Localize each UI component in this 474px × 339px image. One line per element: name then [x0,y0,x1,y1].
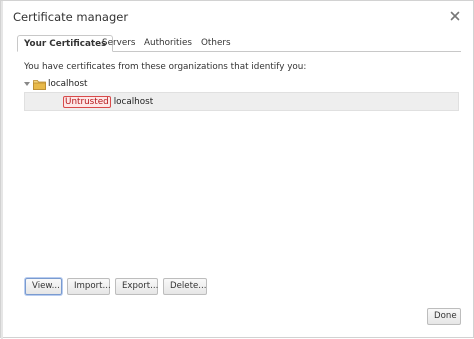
tree-group-label: localhost [48,79,88,89]
tab-others[interactable]: Others [195,35,237,51]
certificates-description: You have certificates from these organiz… [24,62,307,72]
certificate-name: localhost [113,96,154,107]
certificate-row[interactable]: Untrusted localhost [24,92,459,111]
expand-triangle-icon[interactable] [22,79,32,89]
untrusted-badge: Untrusted [63,95,111,108]
tab-panel-your-certificates: You have certificates from these organiz… [17,52,461,291]
delete-button[interactable]: Delete... [163,278,207,295]
tab-strip: Your Certificates Servers Authorities Ot… [17,35,461,52]
dialog-title: Certificate manager [13,10,129,24]
export-button[interactable]: Export... [115,278,158,295]
tab-servers[interactable]: Servers [96,35,141,51]
tab-authorities[interactable]: Authorities [138,35,198,51]
view-button[interactable]: View... [25,278,62,295]
close-icon[interactable] [448,9,462,23]
import-button[interactable]: Import... [67,278,111,295]
dialog-shadow-edge [1,1,3,339]
folder-icon [33,79,46,90]
done-button[interactable]: Done [427,308,461,325]
certificate-manager-dialog: Certificate manager Your Certificates Se… [0,0,474,339]
tree-group-localhost[interactable]: localhost [22,77,88,91]
